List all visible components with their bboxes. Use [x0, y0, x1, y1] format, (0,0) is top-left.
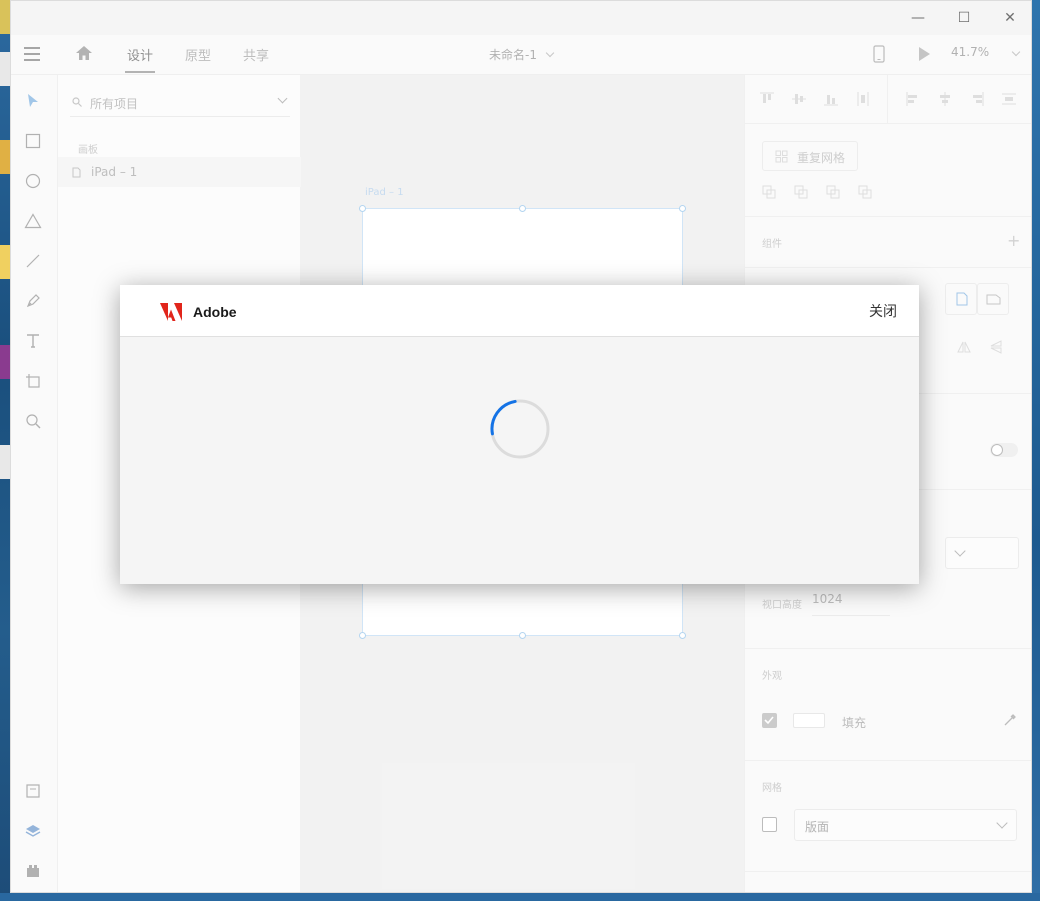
dialog-close-button[interactable]: 关闭	[869, 301, 897, 321]
desktop-icon	[0, 345, 10, 379]
adobe-logo-icon	[160, 303, 182, 321]
desktop-left-edge	[0, 0, 10, 901]
adobe-dialog: Adobe 关闭	[120, 285, 919, 584]
dialog-header: Adobe 关闭	[120, 285, 919, 337]
desktop-icon	[0, 0, 10, 34]
desktop-icon	[0, 140, 10, 174]
adobe-brand-label: Adobe	[193, 304, 237, 320]
loading-spinner-icon	[490, 399, 550, 459]
desktop-right-edge	[1032, 0, 1040, 901]
taskbar-edge	[0, 893, 1040, 901]
desktop-icon	[0, 52, 10, 86]
desktop-icon	[0, 245, 10, 279]
desktop-icon	[0, 445, 10, 479]
